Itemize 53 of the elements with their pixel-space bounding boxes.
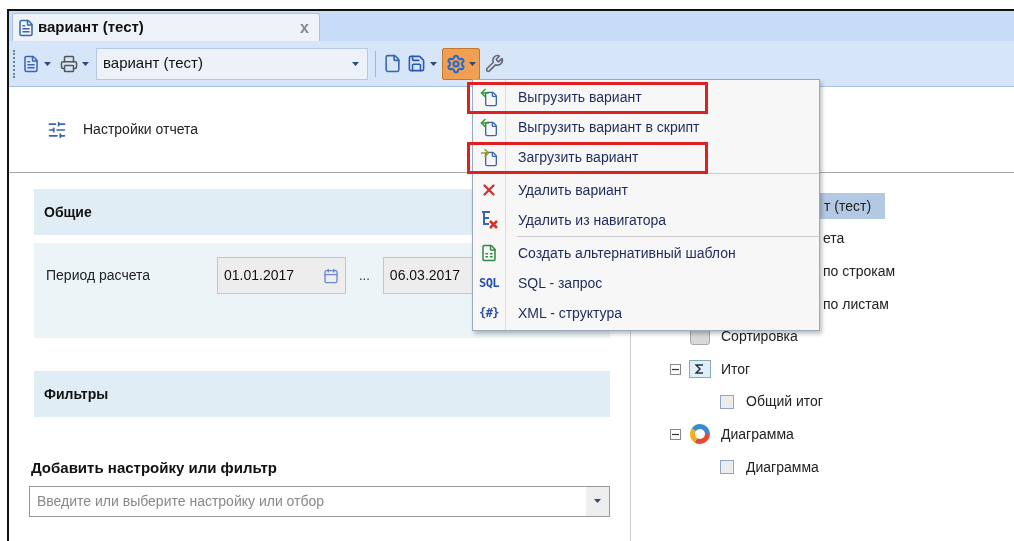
export-file-icon bbox=[479, 117, 499, 137]
new-document-button[interactable] bbox=[383, 54, 402, 73]
menu-item[interactable]: Удалить вариант bbox=[518, 179, 628, 201]
caret-icon bbox=[469, 61, 476, 66]
section-title: Общие bbox=[44, 202, 92, 222]
tab-title: вариант (тест) bbox=[38, 17, 144, 38]
gear-icon bbox=[446, 53, 466, 74]
tree-item[interactable]: по листам bbox=[823, 291, 889, 318]
tree-item[interactable]: ета bbox=[823, 225, 845, 252]
menu-item[interactable]: Выгрузить вариант bbox=[518, 86, 642, 108]
dropdown-caret-icon bbox=[352, 61, 359, 66]
date-field[interactable]: 01.01.2017 bbox=[217, 257, 346, 294]
report-settings-title: Настройки отчета bbox=[83, 120, 199, 139]
donut-chart-icon bbox=[689, 423, 711, 446]
range-separator: ... bbox=[359, 266, 370, 285]
tree-item[interactable]: Итог bbox=[719, 358, 753, 380]
import-file-icon bbox=[479, 147, 499, 167]
add-setting-label: Добавить настройку или фильтр bbox=[31, 458, 278, 478]
export-file-icon bbox=[479, 87, 499, 107]
checkbox[interactable] bbox=[720, 394, 734, 409]
code-icon: {#} bbox=[479, 304, 499, 322]
menu-item[interactable]: Выгрузить вариант в скрипт bbox=[518, 116, 700, 138]
caret-icon bbox=[82, 61, 89, 66]
document-icon bbox=[17, 18, 35, 37]
menu-item[interactable]: XML - структура bbox=[518, 302, 622, 324]
tools-button[interactable] bbox=[485, 54, 504, 73]
sum-icon bbox=[689, 360, 711, 379]
settings-sliders-icon bbox=[47, 119, 67, 140]
document-tab[interactable]: вариант (тест) x bbox=[12, 13, 320, 41]
tree-item[interactable]: Диаграмма bbox=[719, 423, 796, 445]
section-title: Фильтры bbox=[44, 384, 109, 404]
field-label: Период расчета bbox=[46, 266, 152, 285]
delete-icon bbox=[480, 181, 498, 199]
tree-item[interactable]: по строкам bbox=[823, 258, 896, 285]
caret-icon bbox=[430, 61, 437, 66]
collapse-toggle[interactable] bbox=[670, 363, 681, 375]
save-menu-button[interactable] bbox=[407, 54, 437, 73]
collapse-toggle[interactable] bbox=[670, 428, 681, 440]
calendar-icon bbox=[323, 267, 339, 284]
menu-item[interactable]: Удалить из навигатора bbox=[518, 209, 667, 231]
spreadsheet-file-icon bbox=[480, 244, 498, 262]
checkbox[interactable] bbox=[720, 460, 734, 475]
settings-menu-button[interactable] bbox=[442, 47, 480, 80]
menu-item[interactable]: Создать альтернативный шаблон bbox=[518, 242, 736, 264]
tree-item[interactable]: Общий итог bbox=[744, 391, 825, 413]
menu-item[interactable]: SQL - запрос bbox=[518, 272, 603, 294]
tree-item[interactable]: Диаграмма bbox=[744, 456, 821, 478]
menu-item[interactable]: Загрузить вариант bbox=[518, 146, 639, 168]
print-menu-button[interactable] bbox=[58, 54, 91, 73]
remove-node-icon bbox=[479, 210, 499, 230]
variant-select[interactable]: вариант (тест) bbox=[96, 47, 368, 80]
code-icon: SQL bbox=[479, 274, 499, 292]
caret-icon bbox=[44, 61, 51, 66]
